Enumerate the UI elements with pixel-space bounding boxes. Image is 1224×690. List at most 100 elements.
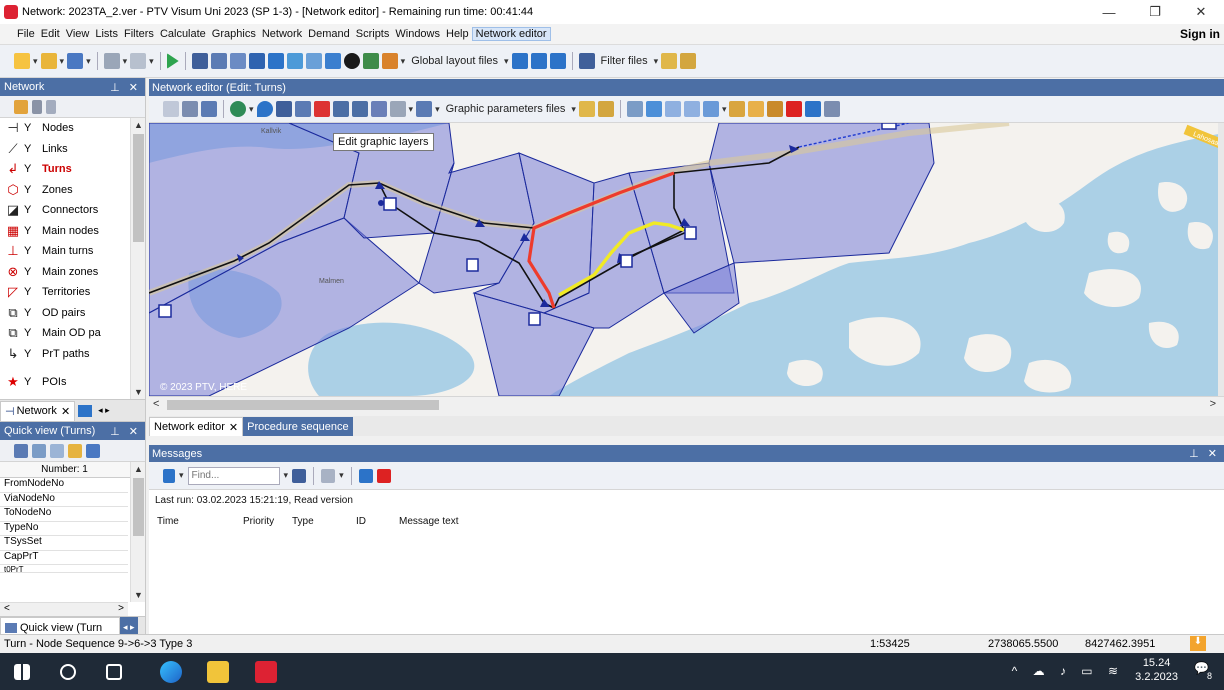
scroll-left-icon[interactable]: < — [4, 603, 10, 616]
scroll-up-icon[interactable]: ▲ — [131, 464, 146, 474]
network-tab[interactable]: ⊣ Network ✕ — [0, 400, 76, 421]
scroll-thumb[interactable] — [133, 134, 144, 242]
column-header-time[interactable]: Time — [157, 516, 179, 527]
filter-none-icon[interactable] — [46, 99, 56, 114]
save-filter-icon[interactable] — [680, 53, 697, 69]
menu-file[interactable]: File — [14, 28, 38, 40]
scroll-left-icon[interactable]: < — [153, 398, 159, 410]
flow-bundle-icon[interactable] — [351, 101, 368, 117]
tab-scroll-icon[interactable]: ◂ ▸ — [98, 405, 110, 416]
edge-browser-icon[interactable] — [160, 661, 182, 683]
next-view-icon[interactable] — [683, 101, 700, 117]
undo-icon[interactable] — [103, 53, 120, 69]
map-vscroll[interactable] — [1218, 123, 1224, 396]
network-item-links[interactable]: ⟋ Y Links — [0, 139, 145, 160]
notification-icon[interactable]: 💬 8 — [1194, 661, 1212, 681]
binoculars-icon[interactable] — [292, 468, 307, 483]
menu-edit[interactable]: Edit — [38, 28, 63, 40]
filter-icon[interactable]: Y — [24, 327, 38, 339]
open-file-icon[interactable] — [40, 53, 57, 69]
sign-in-link[interactable]: Sign in — [1180, 27, 1220, 41]
layout-icon[interactable] — [381, 53, 398, 69]
messages-controls[interactable]: ⊥ ✕ — [1189, 447, 1224, 460]
network-panel-controls[interactable]: ⊥ ✕ — [110, 81, 141, 94]
record-icon[interactable] — [786, 101, 803, 117]
pointer-icon[interactable] — [182, 101, 198, 117]
zone-centroid[interactable] — [620, 254, 633, 268]
search-icon[interactable] — [60, 664, 76, 680]
menu-windows[interactable]: Windows — [392, 28, 443, 40]
scroll-right-icon[interactable]: > — [118, 603, 124, 616]
paste-icon[interactable] — [50, 443, 64, 458]
node-dot[interactable] — [378, 200, 384, 206]
network-item-nodes[interactable]: ⊣ Y Nodes — [0, 118, 145, 139]
filter-icon[interactable]: Y — [24, 307, 38, 319]
list-icon[interactable] — [229, 53, 246, 69]
copy-icon[interactable] — [32, 443, 46, 458]
network-item-main-zones[interactable]: ⊗ Y Main zones — [0, 262, 145, 283]
location-pin-icon[interactable] — [256, 101, 273, 117]
attribute-row[interactable]: CapPrT — [0, 551, 128, 565]
filter-files[interactable]: Filter files — [598, 55, 651, 67]
global-layout-files[interactable]: Global layout files — [408, 55, 501, 67]
select-rect-icon[interactable] — [201, 101, 217, 117]
save-icon[interactable] — [67, 53, 84, 69]
network-item-pois[interactable]: ★ Y POIs — [0, 372, 145, 393]
download-icon[interactable]: ⬇ — [1190, 636, 1206, 651]
menu-network-editor[interactable]: Network editor — [471, 27, 551, 41]
save-icon[interactable] — [86, 443, 100, 458]
quick-view-controls[interactable]: ⊥ ✕ — [110, 425, 141, 438]
menu-graphics[interactable]: Graphics — [209, 28, 259, 40]
marker-icon[interactable] — [321, 468, 336, 483]
column-header-id[interactable]: ID — [356, 516, 366, 527]
filter-icon[interactable]: Y — [24, 225, 38, 237]
previous-view-icon[interactable] — [664, 101, 681, 117]
zone-centroid[interactable] — [466, 258, 479, 272]
matrix-icon[interactable] — [248, 53, 265, 69]
filter-icon[interactable]: Y — [24, 184, 38, 196]
network-item-connectors[interactable]: ◪ Y Connectors — [0, 200, 145, 221]
measure-icon[interactable] — [748, 101, 765, 117]
close-icon[interactable]: ✕ — [229, 421, 238, 434]
save-gpa-icon[interactable] — [597, 101, 614, 117]
tab-network-editor[interactable]: Network editor ✕ — [149, 417, 244, 436]
zone-centroid[interactable] — [158, 304, 172, 318]
column-header-priority[interactable]: Priority — [243, 516, 274, 527]
network-icon[interactable] — [210, 53, 227, 69]
network-item-od-pairs[interactable]: ⧉ Y OD pairs — [0, 303, 145, 324]
scroll-thumb[interactable] — [133, 478, 144, 536]
run-procedure-icon[interactable] — [166, 53, 179, 69]
filter-icon[interactable]: Y — [24, 348, 38, 360]
filter-icon[interactable]: Y — [24, 245, 38, 257]
network-item-main-od-pairs[interactable]: ⧉ Y Main OD pa — [0, 323, 145, 344]
menu-network[interactable]: Network — [259, 28, 305, 40]
new-file-icon[interactable] — [14, 53, 30, 69]
shortest-path-icon[interactable] — [332, 101, 349, 117]
tab-procedure-sequence[interactable]: Procedure sequence — [243, 417, 353, 436]
screen-section-icon[interactable] — [702, 101, 719, 117]
quick-view-scrollbar[interactable]: ▲ ▼ — [130, 462, 145, 602]
minimize-button[interactable]: — — [1086, 5, 1132, 20]
error-filter-icon[interactable] — [376, 468, 391, 483]
select-attributes-icon[interactable] — [14, 443, 28, 458]
binoculars-icon[interactable] — [275, 101, 292, 117]
zone-centroid[interactable] — [528, 312, 541, 326]
network-item-zones[interactable]: ⬡ Y Zones — [0, 180, 145, 201]
menu-view[interactable]: View — [63, 28, 93, 40]
table-icon[interactable] — [389, 101, 406, 117]
attribute-row[interactable]: t0PrT — [0, 565, 128, 573]
background-map-icon[interactable] — [230, 101, 246, 117]
filter-icon[interactable] — [163, 468, 175, 483]
attribute-row[interactable]: ViaNodeNo — [0, 493, 128, 507]
zone-centroid[interactable] — [881, 123, 897, 130]
network-item-main-turns[interactable]: ⊥ Y Main turns — [0, 241, 145, 262]
windows-start-icon[interactable] — [14, 664, 30, 680]
map-canvas[interactable]: Kallvik Malmen Lahosaa — [149, 123, 1224, 396]
menu-filters[interactable]: Filters — [121, 28, 157, 40]
zone-centroid[interactable] — [383, 197, 397, 211]
visum-app-icon[interactable] — [255, 661, 277, 683]
scroll-thumb[interactable] — [167, 400, 439, 410]
table-icon[interactable] — [267, 53, 284, 69]
network-item-turns[interactable]: ↲ Y Turns — [0, 159, 145, 180]
scroll-up-icon[interactable]: ▲ — [131, 120, 146, 130]
